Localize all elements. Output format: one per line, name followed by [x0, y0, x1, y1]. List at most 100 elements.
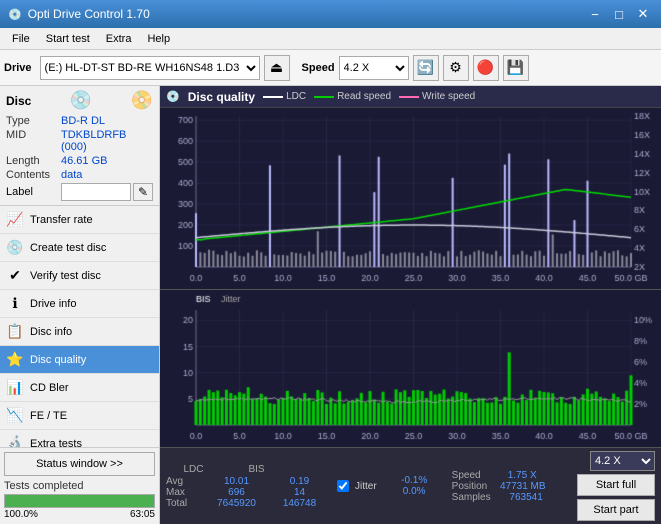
- nav-item-disc-quality[interactable]: ⭐ Disc quality: [0, 346, 159, 374]
- nav-label-transfer-rate: Transfer rate: [30, 214, 93, 226]
- speed-stat-value: 1.75 X: [495, 470, 550, 481]
- disc-quality-icon: ⭐: [6, 351, 24, 368]
- ldc-legend-label: LDC: [286, 91, 306, 102]
- samples-label: Samples: [452, 492, 491, 503]
- menu-bar: File Start test Extra Help: [0, 28, 661, 50]
- disc-section-label: Disc: [6, 94, 31, 108]
- drive-info-icon: ℹ: [6, 295, 24, 312]
- app-icon: 💿: [8, 8, 22, 21]
- length-value: 46.61 GB: [61, 155, 107, 167]
- action-area: 4.2 X Start full Start part: [577, 451, 655, 521]
- read-speed-legend-label: Read speed: [337, 91, 391, 102]
- jitter-avg: -0.1%: [387, 475, 442, 486]
- nav-item-cd-bler[interactable]: 📊 CD Bler: [0, 374, 159, 402]
- save-button[interactable]: 💾: [503, 55, 529, 81]
- nav-label-extra-tests: Extra tests: [30, 438, 82, 448]
- contents-value: data: [61, 169, 82, 181]
- right-panel: 💿 Disc quality LDC Read speed Write spee…: [160, 86, 661, 524]
- label-key: Label: [6, 186, 61, 198]
- refresh-button[interactable]: 🔄: [413, 55, 439, 81]
- chart-title: Disc quality: [188, 90, 255, 104]
- max-bis: 14: [272, 487, 327, 498]
- nav-label-create-test-disc: Create test disc: [30, 242, 106, 254]
- charts-container: [160, 108, 661, 447]
- avg-bis: 0.19: [272, 476, 327, 487]
- write-speed-legend-label: Write speed: [422, 91, 475, 102]
- bottom-stats: LDC BIS Avg 10.01 0.19 Max 696 14 Tota: [160, 447, 661, 524]
- chart-header: 💿 Disc quality LDC Read speed Write spee…: [160, 86, 661, 108]
- status-window-button[interactable]: Status window >>: [4, 452, 155, 476]
- read-speed-legend-color: [314, 96, 334, 98]
- disc-section: Disc 💿 📀 Type BD-R DL MID TDKBLDRFB (000…: [0, 86, 159, 206]
- mid-key: MID: [6, 129, 61, 141]
- nav-label-cd-bler: CD Bler: [30, 382, 69, 394]
- write-speed-legend-color: [399, 96, 419, 98]
- drive-select[interactable]: (E:) HL-DT-ST BD-RE WH16NS48 1.D3: [40, 56, 260, 80]
- nav-item-extra-tests[interactable]: 🔬 Extra tests: [0, 430, 159, 447]
- ldc-col-header: LDC: [166, 464, 221, 475]
- legend-write-speed: Write speed: [399, 91, 475, 102]
- nav-item-drive-info[interactable]: ℹ Drive info: [0, 290, 159, 318]
- start-part-button[interactable]: Start part: [577, 499, 655, 521]
- drive-label: Drive: [4, 62, 32, 74]
- start-full-button[interactable]: Start full: [577, 474, 655, 496]
- mid-value: TDKBLDRFB (000): [61, 129, 153, 153]
- maximize-button[interactable]: □: [609, 5, 629, 23]
- nav-item-verify-test-disc[interactable]: ✔ Verify test disc: [0, 262, 159, 290]
- close-button[interactable]: ✕: [633, 5, 653, 23]
- menu-start-test[interactable]: Start test: [38, 31, 98, 47]
- menu-help[interactable]: Help: [139, 31, 178, 47]
- status-section: Status window >> Tests completed 100.0% …: [0, 447, 159, 524]
- eject-button[interactable]: ⏏: [264, 55, 290, 81]
- jitter-checkbox[interactable]: [337, 480, 349, 492]
- settings-button[interactable]: ⚙: [443, 55, 469, 81]
- window-controls: − □ ✕: [585, 5, 653, 23]
- nav-label-drive-info: Drive info: [30, 298, 76, 310]
- jitter-max: 0.0%: [387, 486, 442, 497]
- menu-file[interactable]: File: [4, 31, 38, 47]
- upper-chart-canvas: [160, 108, 661, 289]
- erase-button[interactable]: 🔴: [473, 55, 499, 81]
- nav-item-fe-te[interactable]: 📉 FE / TE: [0, 402, 159, 430]
- position-value: 47731 MB: [495, 481, 550, 492]
- label-input[interactable]: [61, 183, 131, 201]
- total-bis: 146748: [272, 498, 327, 509]
- create-test-disc-icon: 💿: [6, 239, 24, 256]
- type-key: Type: [6, 115, 61, 127]
- fe-te-icon: 📉: [6, 407, 24, 424]
- lower-chart-area: [160, 290, 661, 447]
- label-edit-button[interactable]: ✎: [133, 183, 153, 201]
- menu-extra[interactable]: Extra: [98, 31, 140, 47]
- nav-item-create-test-disc[interactable]: 💿 Create test disc: [0, 234, 159, 262]
- progress-bar: [4, 494, 155, 508]
- toolbar: Drive (E:) HL-DT-ST BD-RE WH16NS48 1.D3 …: [0, 50, 661, 86]
- progress-fill: [5, 495, 154, 507]
- extra-tests-icon: 🔬: [6, 435, 24, 447]
- legend-read-speed: Read speed: [314, 91, 391, 102]
- status-text: Tests completed: [4, 480, 155, 492]
- cd-bler-icon: 📊: [6, 379, 24, 396]
- title-bar: 💿 Opti Drive Control 1.70 − □ ✕: [0, 0, 661, 28]
- speed-label: Speed: [302, 62, 335, 74]
- jitter-section: Jitter -0.1% 0.0%: [337, 475, 442, 497]
- avg-label: Avg: [166, 476, 201, 487]
- speed-stat-label: Speed: [452, 470, 487, 481]
- ldc-bis-stats: LDC BIS Avg 10.01 0.19 Max 696 14 Tota: [166, 464, 327, 509]
- max-ldc: 696: [209, 487, 264, 498]
- progress-pct: 100.0%: [4, 509, 38, 520]
- nav-label-disc-quality: Disc quality: [30, 354, 86, 366]
- contents-key: Contents: [6, 169, 61, 181]
- time-elapsed: 63:05: [130, 509, 155, 520]
- type-value: BD-R DL: [61, 115, 105, 127]
- nav-item-transfer-rate[interactable]: 📈 Transfer rate: [0, 206, 159, 234]
- speed-select[interactable]: 4.2 X: [339, 56, 409, 80]
- legend-ldc: LDC: [263, 91, 306, 102]
- disc-icon: 💿: [70, 90, 92, 111]
- nav-label-verify-test-disc: Verify test disc: [30, 270, 101, 282]
- bis-col-header: BIS: [229, 464, 284, 475]
- speed-dropdown[interactable]: 4.2 X: [590, 451, 655, 471]
- minimize-button[interactable]: −: [585, 5, 605, 23]
- speed-pos-samples: Speed 1.75 X Position 47731 MB Samples 7…: [452, 470, 554, 503]
- nav-item-disc-info[interactable]: 📋 Disc info: [0, 318, 159, 346]
- total-ldc: 7645920: [209, 498, 264, 509]
